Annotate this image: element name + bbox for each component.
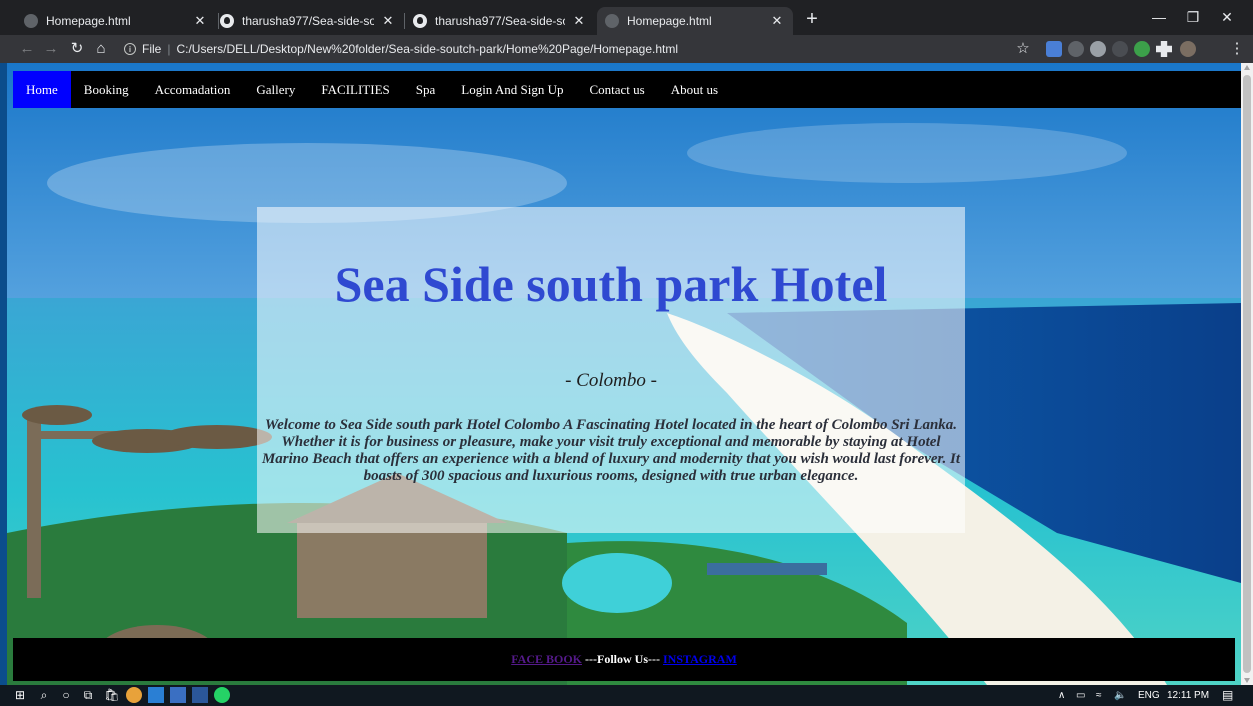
puzzle-extensions-icon[interactable]	[1156, 41, 1172, 57]
tab-title: Homepage.html	[627, 14, 712, 28]
notifications-icon[interactable]: ▤	[1222, 688, 1233, 703]
windows-start-icon[interactable]: ⊞	[12, 687, 28, 703]
cortana-icon[interactable]: ○	[58, 687, 74, 703]
browser-tab[interactable]: tharusha977/Sea-side-soutch-pa ✕	[405, 7, 595, 35]
address-bar[interactable]: i File | C:/Users/DELL/Desktop/New%20fol…	[118, 37, 1018, 61]
nav-link-facilities[interactable]: FACILITIES	[308, 71, 402, 108]
scrollbar-thumb[interactable]	[1243, 75, 1251, 673]
nav-link-login-signup[interactable]: Login And Sign Up	[448, 71, 576, 108]
tray-chevron-up-icon[interactable]: ∧	[1058, 688, 1065, 703]
address-divider: |	[167, 42, 171, 56]
site-navbar: Home Booking Accomadation Gallery FACILI…	[13, 71, 1241, 108]
extension-icon[interactable]	[1134, 41, 1150, 57]
close-tab-icon[interactable]: ✕	[571, 13, 587, 29]
browser-menu-icon[interactable]: ⋮	[1226, 37, 1248, 61]
nav-link-about[interactable]: About us	[658, 71, 731, 108]
nav-link-accomadation[interactable]: Accomadation	[142, 71, 244, 108]
word-app-icon[interactable]	[192, 687, 208, 703]
mail-app-icon[interactable]	[148, 687, 164, 703]
extension-icon[interactable]	[1112, 41, 1128, 57]
new-tab-button[interactable]: +	[800, 8, 824, 32]
close-tab-icon[interactable]: ✕	[380, 13, 396, 29]
store-icon[interactable]: 🛍	[104, 687, 120, 703]
language-indicator[interactable]: ENG	[1138, 688, 1160, 703]
browser-tabstrip: Homepage.html ✕ tharusha977/Sea-side-sou…	[0, 0, 1253, 35]
maximize-window-button[interactable]: ❐	[1176, 6, 1210, 28]
welcome-panel: Sea Side south park Hotel - Colombo - We…	[257, 207, 965, 533]
github-icon	[220, 14, 234, 28]
github-icon	[413, 14, 427, 28]
tab-title: tharusha977/Sea-side-soutch-pa	[435, 14, 565, 28]
extension-icon[interactable]	[1090, 41, 1106, 57]
bookmark-star-icon[interactable]: ☆	[1012, 37, 1034, 61]
browser-toolbar: ← → ↻ ⌂ i File | C:/Users/DELL/Desktop/N…	[0, 35, 1253, 63]
address-scheme-label: File	[142, 42, 162, 56]
page-favicon-icon	[24, 14, 38, 28]
wifi-icon[interactable]: ≈	[1096, 688, 1102, 703]
whatsapp-app-icon[interactable]	[214, 687, 230, 703]
page-favicon-icon	[605, 14, 619, 28]
nav-link-spa[interactable]: Spa	[403, 71, 449, 108]
tab-title: tharusha977/Sea-side-soutch-pa	[242, 14, 374, 28]
task-view-icon[interactable]: ⧉	[80, 687, 96, 703]
search-icon[interactable]: ⌕	[36, 687, 52, 703]
back-arrow-icon[interactable]: ←	[16, 37, 38, 61]
shield-extension-icon[interactable]	[1068, 41, 1084, 57]
battery-icon[interactable]: ▭	[1076, 688, 1085, 703]
minimize-window-button[interactable]: —	[1142, 6, 1176, 28]
browser-tab-active[interactable]: Homepage.html ✕	[597, 7, 793, 35]
home-icon[interactable]: ⌂	[90, 37, 112, 61]
hotel-location: - Colombo -	[565, 370, 657, 391]
nav-link-contact[interactable]: Contact us	[576, 71, 657, 108]
info-icon[interactable]: i	[124, 43, 136, 55]
forward-arrow-icon[interactable]: →	[40, 37, 62, 61]
translate-extension-icon[interactable]	[1046, 41, 1062, 57]
hotel-title: Sea Side south park Hotel	[334, 256, 888, 312]
hotel-intro-text: Welcome to Sea Side south park Hotel Col…	[261, 417, 961, 484]
scroll-up-arrow-icon[interactable]	[1244, 65, 1250, 70]
scroll-down-arrow-icon[interactable]	[1244, 678, 1250, 683]
close-tab-icon[interactable]: ✕	[192, 13, 208, 29]
clock[interactable]: 12:11 PM	[1167, 688, 1209, 703]
chrome-app-icon[interactable]	[126, 687, 142, 703]
nav-link-booking[interactable]: Booking	[71, 71, 142, 108]
nav-link-home[interactable]: Home	[13, 71, 71, 108]
facebook-link[interactable]: FACE BOOK	[511, 652, 582, 666]
profile-avatar-icon[interactable]	[1180, 41, 1196, 57]
nav-link-gallery[interactable]: Gallery	[243, 71, 308, 108]
volume-icon[interactable]: 🔈	[1114, 688, 1126, 703]
close-window-button[interactable]: ✕	[1210, 6, 1244, 28]
close-tab-icon[interactable]: ✕	[769, 13, 785, 29]
page-scrollbar[interactable]	[1241, 63, 1253, 685]
browser-tab[interactable]: Homepage.html ✕	[16, 7, 216, 35]
windows-taskbar: ⊞ ⌕ ○ ⧉ 🛍 ∧ ▭ ≈ 🔈 ENG 12:11 PM ▤	[0, 685, 1253, 706]
address-url: C:/Users/DELL/Desktop/New%20folder/Sea-s…	[176, 42, 679, 56]
follow-us-text: ---Follow Us---	[585, 652, 660, 666]
browser-tab[interactable]: tharusha977/Sea-side-soutch-pa ✕	[212, 7, 404, 35]
tab-title: Homepage.html	[46, 14, 131, 28]
instagram-link[interactable]: INSTAGRAM	[663, 652, 737, 666]
file-explorer-icon[interactable]	[170, 687, 186, 703]
site-footer: FACE BOOK ---Follow Us--- INSTAGRAM	[13, 638, 1235, 681]
reload-icon[interactable]: ↻	[66, 37, 88, 61]
page-viewport: Home Booking Accomadation Gallery FACILI…	[0, 63, 1253, 685]
